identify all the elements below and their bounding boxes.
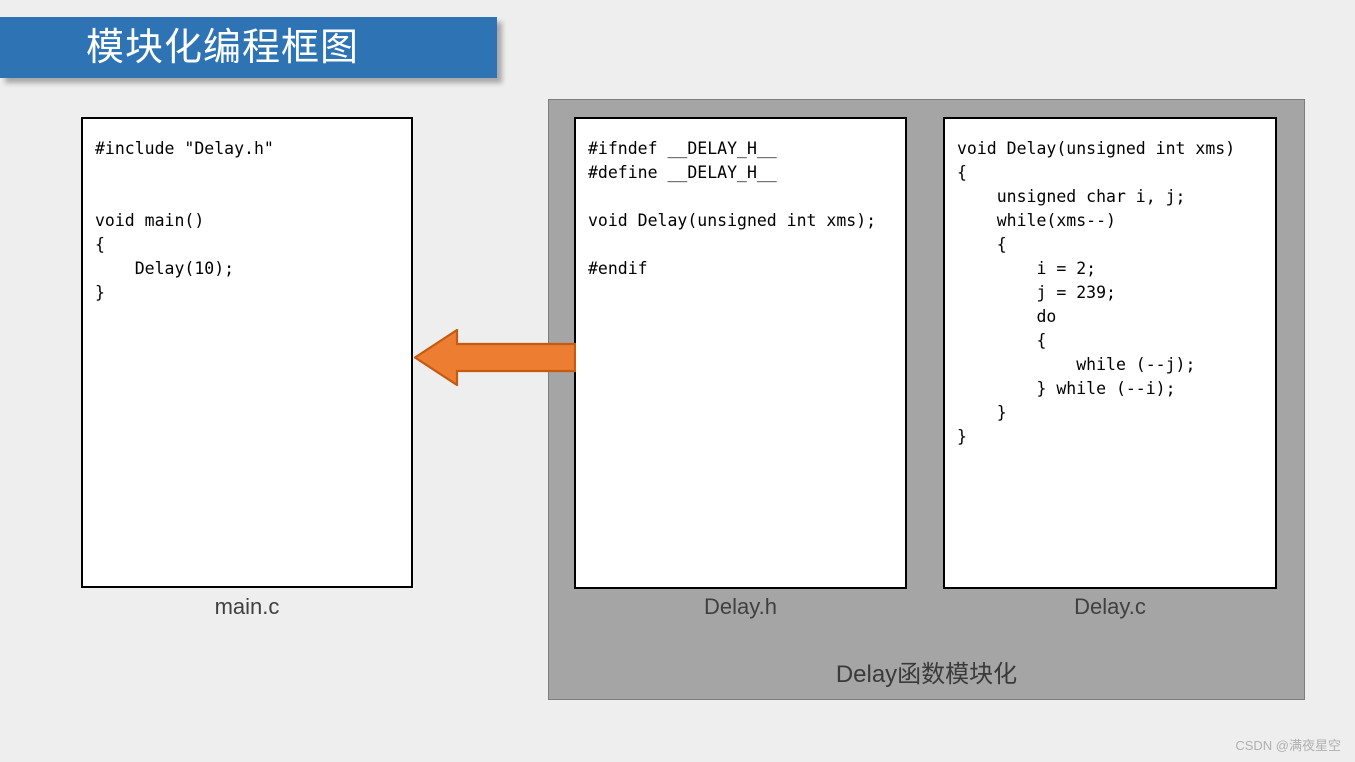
page-title: 模块化编程框图	[86, 26, 360, 69]
code-box-mainc: #include "Delay.h" void main() { Delay(1…	[81, 117, 413, 588]
caption-delayc: Delay.c	[1074, 594, 1146, 619]
code-text-delayc: void Delay(unsigned int xms) { unsigned …	[957, 139, 1236, 446]
caption-module-group: Delay函数模块化	[835, 661, 1018, 688]
code-text-delayh: #ifndef __DELAY_H__ #define __DELAY_H__ …	[588, 139, 877, 278]
left-arrow-icon	[412, 327, 577, 388]
caption-mainc: main.c	[214, 594, 280, 619]
code-box-delayh: #ifndef __DELAY_H__ #define __DELAY_H__ …	[574, 117, 907, 589]
page-title-banner: 模块化编程框图	[0, 17, 497, 78]
watermark: CSDN @满夜星空	[1235, 738, 1341, 753]
code-text-mainc: #include "Delay.h" void main() { Delay(1…	[95, 139, 274, 302]
code-box-delayc: void Delay(unsigned int xms) { unsigned …	[943, 117, 1277, 589]
caption-delayh: Delay.h	[704, 594, 777, 619]
